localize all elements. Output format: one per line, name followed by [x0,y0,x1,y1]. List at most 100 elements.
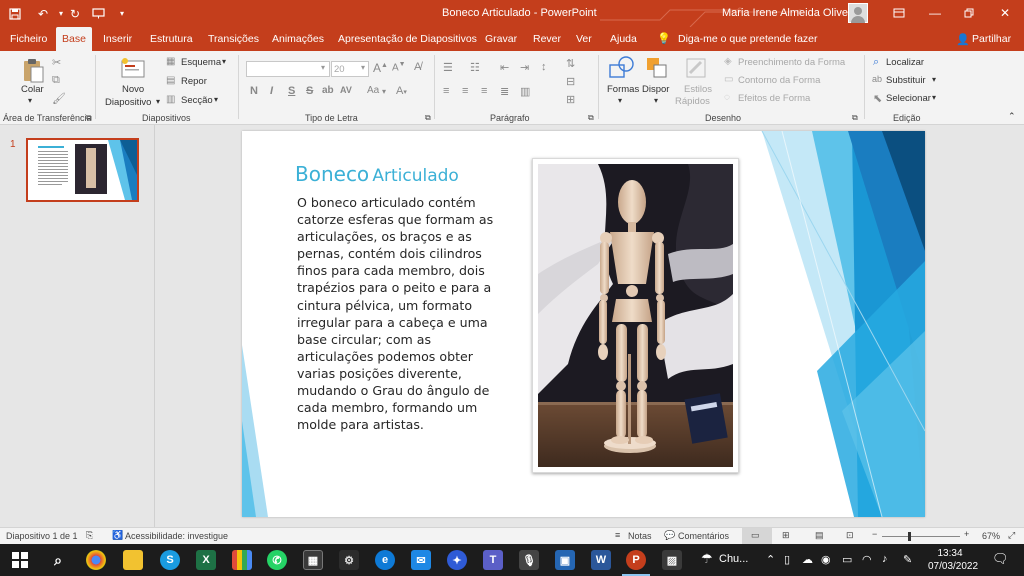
word-icon[interactable]: W [591,550,611,570]
cloud-icon[interactable]: ☁ [802,553,813,566]
reset-button[interactable]: Repor [181,76,207,87]
tab-animacoes[interactable]: Animações [266,27,330,51]
tab-ajuda[interactable]: Ajuda [604,27,643,51]
quick-styles-icon[interactable] [685,57,707,79]
battery-icon[interactable]: ▭ [842,553,852,566]
restore-icon[interactable] [954,3,984,23]
increase-indent-icon[interactable]: ⇥ [520,61,529,74]
shape-effects-icon[interactable]: ◌ [724,92,730,103]
wifi-icon[interactable]: ◠ [862,553,872,566]
close-icon[interactable]: ✕ [990,3,1020,23]
align-center-icon[interactable]: ≡ [462,85,468,97]
font-color-icon[interactable]: A▾ [396,85,407,97]
find-button[interactable]: Localizar [886,57,924,68]
change-case-button[interactable]: Aa [367,85,379,96]
accessibility-icon[interactable]: ♿ [112,530,123,541]
pen-icon[interactable]: ✎ [903,553,912,566]
select-icon[interactable]: ⬉ [873,92,882,105]
zoom-slider-thumb[interactable] [908,532,911,541]
shape-outline-button[interactable]: Contorno da Forma [738,75,820,86]
powerpoint-icon[interactable]: P [626,550,646,570]
reading-view-icon[interactable]: ▤ [815,530,824,541]
tab-base[interactable]: Base [56,27,92,51]
arrange-button[interactable]: Dispor [642,84,669,95]
excel-icon[interactable]: X [196,550,216,570]
share-button[interactable]: Partilhar [966,27,1017,51]
shadow-button[interactable]: ab [322,85,334,96]
paste-dropdown-icon[interactable]: ▾ [28,96,32,105]
undo-icon[interactable]: ↶ [34,5,52,22]
character-spacing-button[interactable]: AV [340,85,352,95]
new-slide-label-1[interactable]: Novo [122,84,144,95]
tab-rever[interactable]: Rever [527,27,567,51]
font-family-dropdown-icon[interactable]: ▾ [321,63,325,72]
paste-button[interactable]: Colar [21,84,44,95]
notes-button[interactable]: Notas [628,531,652,541]
select-button[interactable]: Selecionar [886,93,931,104]
tab-apresentacao[interactable]: Apresentação de Diapositivos [332,27,483,51]
font-launcher-icon[interactable]: ⧉ [425,113,431,123]
text-direction-icon[interactable]: ⇅ [566,57,575,70]
replace-dropdown-icon[interactable]: ▾ [932,75,936,84]
increase-font-icon[interactable]: A▲ [373,61,388,75]
edge-icon[interactable]: e [375,550,395,570]
justify-icon[interactable]: ≣ [500,85,509,98]
zoom-slider[interactable] [882,536,960,537]
meet-now-icon[interactable]: ◉ [821,553,831,566]
new-slide-dropdown-icon[interactable]: ▾ [156,97,160,106]
paragraph-launcher-icon[interactable]: ⧉ [588,113,594,123]
whatsapp-icon[interactable]: ✆ [267,550,287,570]
ribbon-display-options-icon[interactable] [884,3,914,23]
change-case-dropdown-icon[interactable]: ▾ [382,87,386,96]
font-size-dropdown-icon[interactable]: ▾ [361,63,365,72]
fit-to-window-icon[interactable]: ⤢ [1008,530,1015,541]
columns-icon[interactable]: ▥ [520,85,530,98]
tab-ficheiro[interactable]: Ficheiro [4,27,53,51]
app-grid-icon[interactable] [232,550,252,570]
reset-icon[interactable]: ▤ [166,75,175,86]
zoom-out-icon[interactable]: − [872,529,877,539]
teams-icon[interactable]: T [483,550,503,570]
new-slide-icon[interactable] [120,57,145,79]
italic-button[interactable]: I [270,85,273,97]
shapes-dropdown-icon[interactable]: ▾ [618,96,622,105]
settings-gear-icon[interactable]: ⚙ [339,550,359,570]
shape-fill-icon[interactable]: ◈ [724,56,732,67]
weather-text[interactable]: Chu... [719,553,748,565]
numbering-icon[interactable]: ☷ [470,61,480,74]
layout-dropdown-icon[interactable]: ▾ [222,57,226,66]
save-icon[interactable] [6,5,24,22]
slide-sorter-icon[interactable]: ⊞ [782,530,790,541]
shape-fill-button[interactable]: Preenchimento da Forma [738,57,845,68]
section-dropdown-icon[interactable]: ▾ [214,95,218,104]
zoom-level[interactable]: 67% [982,531,1000,541]
font-family-select[interactable] [246,61,330,77]
quick-styles-label-2[interactable]: Rápidos [675,96,710,107]
layout-icon[interactable]: ▦ [166,56,175,67]
show-hidden-icons-icon[interactable]: ⌃ [766,553,775,566]
device-icon[interactable]: ▯ [784,553,790,566]
shapes-icon[interactable] [608,55,636,81]
select-dropdown-icon[interactable]: ▾ [932,93,936,102]
notifications-icon[interactable]: 🗨 [992,551,1009,567]
strikethrough-button[interactable]: S [306,85,313,97]
tell-me-search[interactable]: Diga-me o que pretende fazer [672,27,824,51]
customize-toolbar-icon[interactable]: ▾ [113,5,131,22]
quick-styles-label-1[interactable]: Estilos [684,84,712,95]
smartart-icon[interactable]: ⊞ [566,93,575,106]
arrange-icon[interactable] [644,55,670,81]
file-explorer-icon[interactable] [123,550,143,570]
bullets-icon[interactable]: ☰ [443,61,453,74]
calculator-icon[interactable]: ▦ [303,550,323,570]
tab-estrutura[interactable]: Estrutura [144,27,199,51]
system-clock[interactable]: 13:34 07/03/2022 [928,547,978,573]
zoom-in-icon[interactable]: + [964,529,969,539]
decrease-font-icon[interactable]: A▼ [392,61,406,73]
cut-icon[interactable]: ✂ [52,56,61,69]
replace-button[interactable]: Substituir [886,75,926,86]
slide[interactable]: Boneco Articulado O boneco articulado co… [242,131,925,517]
window-app-icon[interactable]: ▣ [555,550,575,570]
tab-ver[interactable]: Ver [570,27,598,51]
line-spacing-icon[interactable]: ↕ [541,61,547,73]
slide-title[interactable]: Boneco Articulado [295,162,459,186]
